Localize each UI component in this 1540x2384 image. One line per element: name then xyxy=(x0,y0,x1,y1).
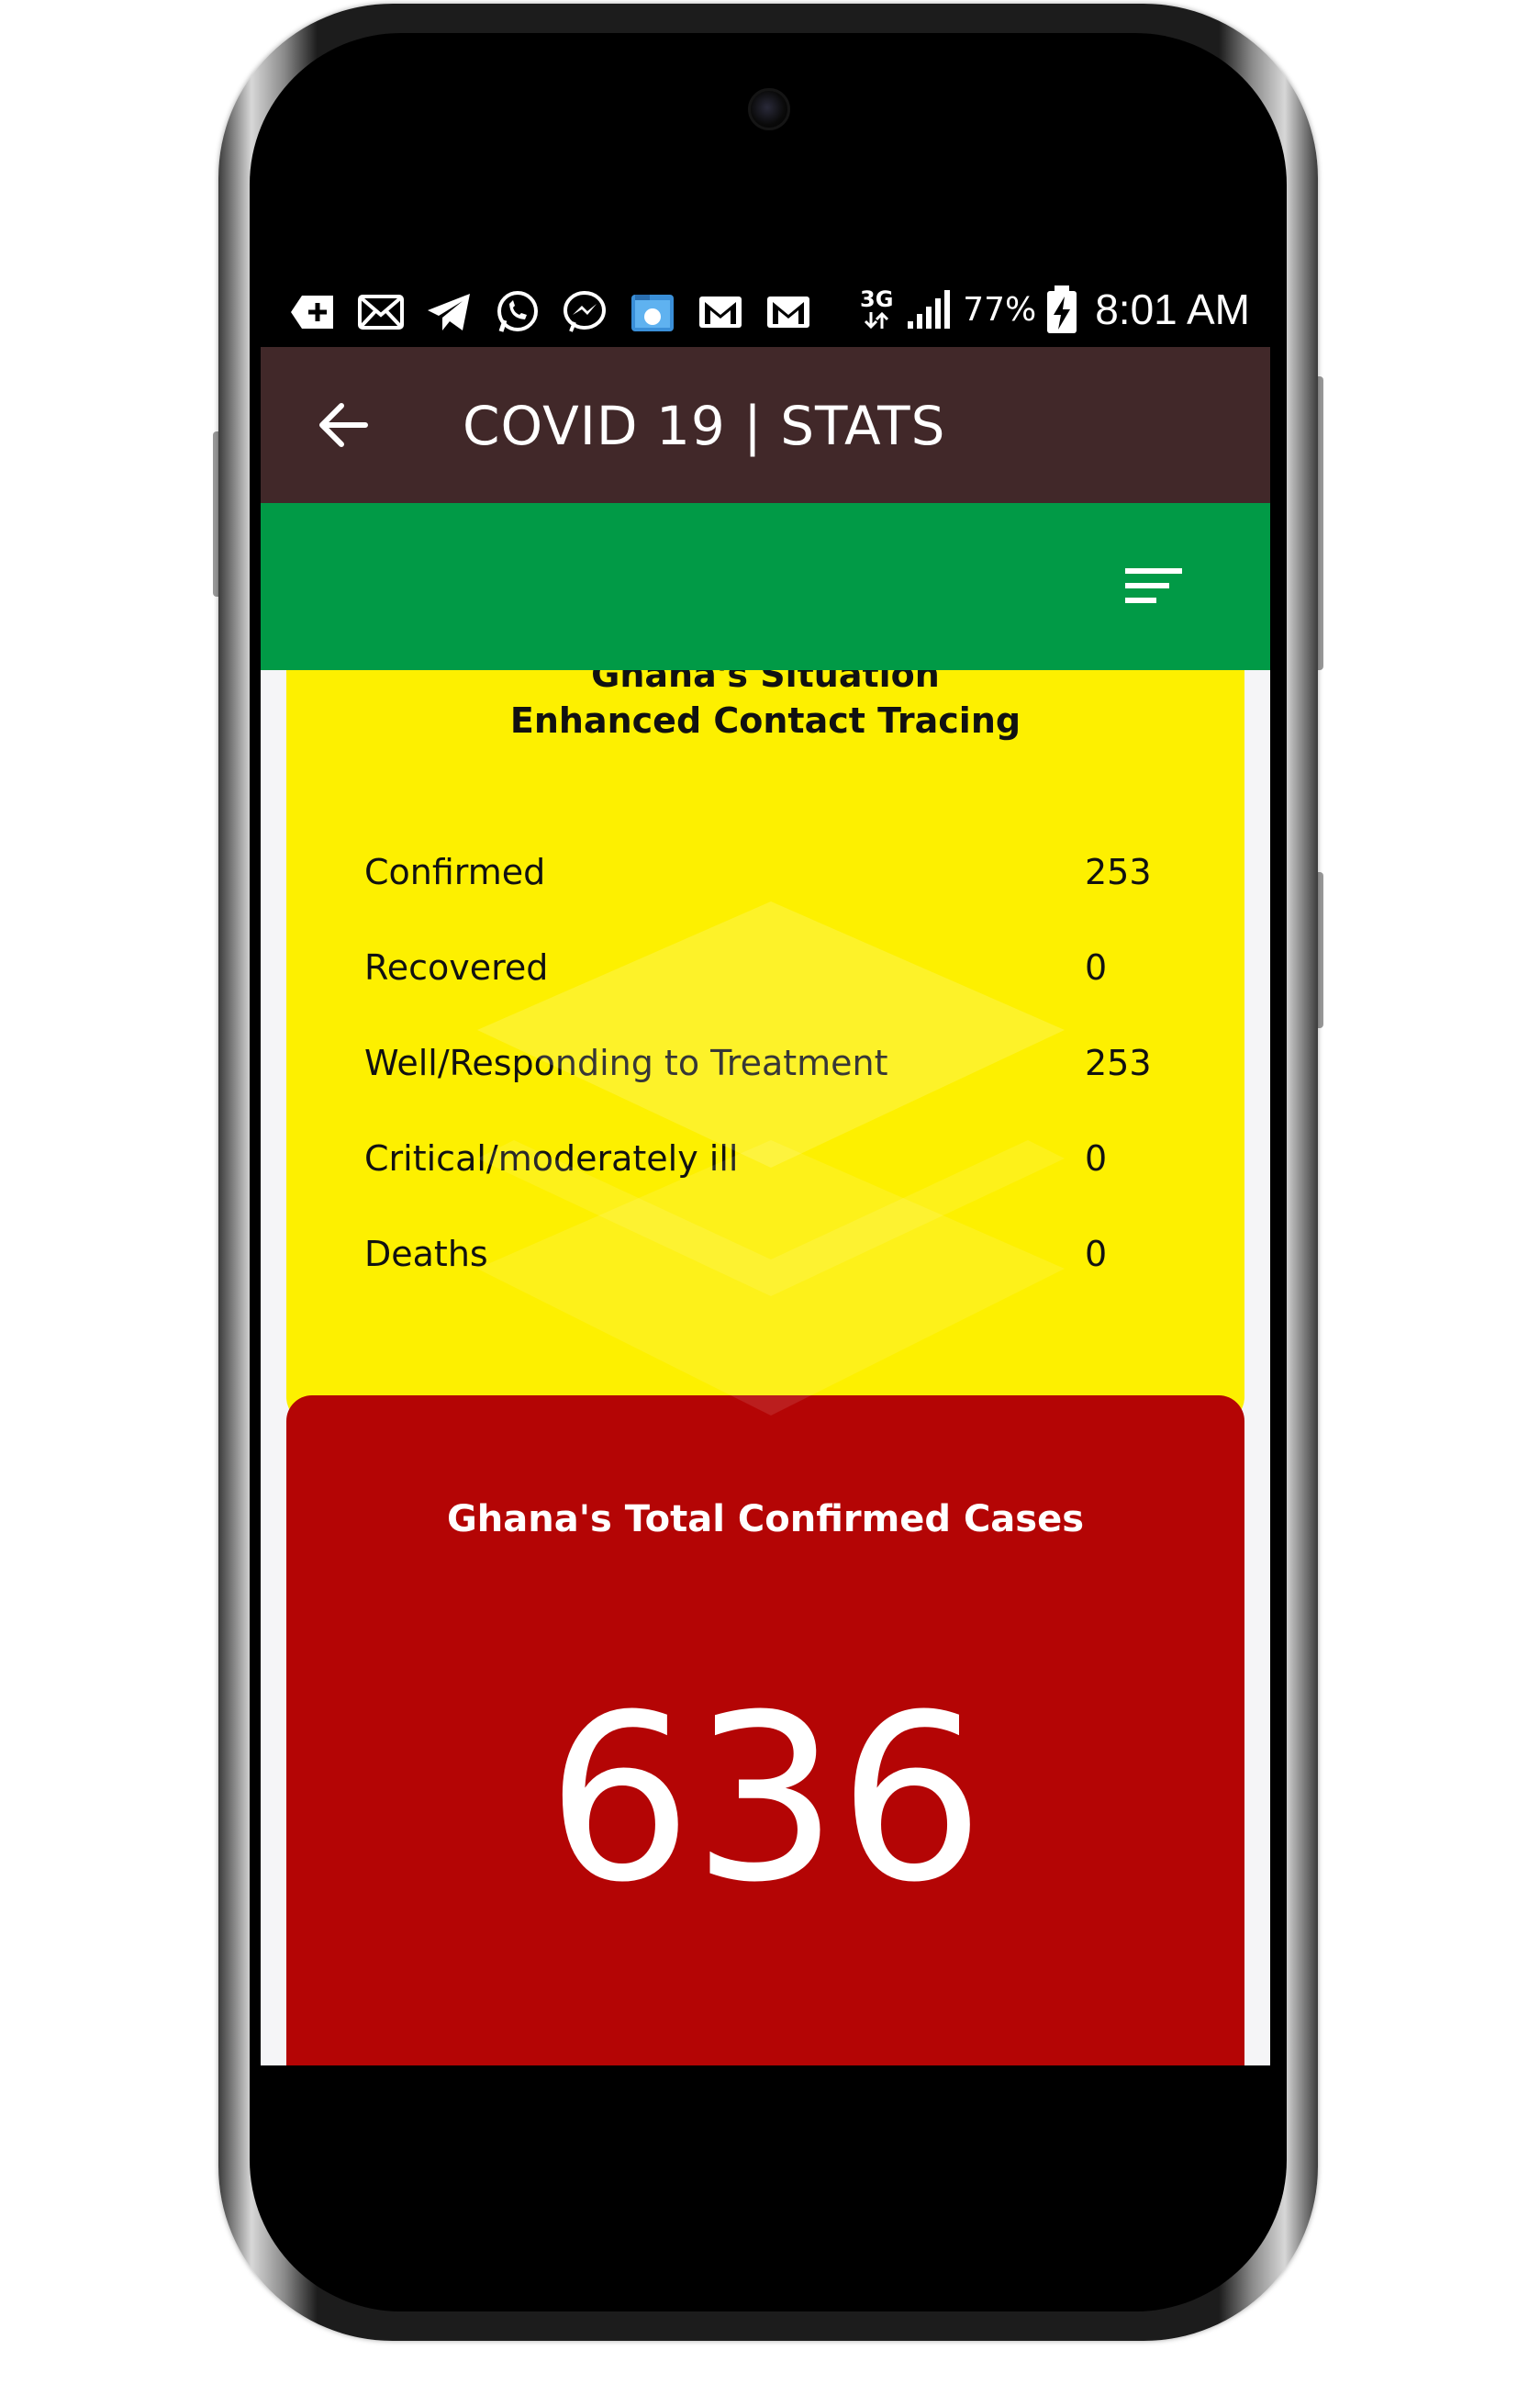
gmail-icon xyxy=(694,285,747,339)
sort-menu-button[interactable] xyxy=(1123,563,1197,618)
arrow-back-icon xyxy=(319,403,368,447)
data-arrows-icon xyxy=(865,311,889,330)
stat-value: 253 xyxy=(1085,852,1152,892)
total-cases-title: Ghana's Total Confirmed Cases xyxy=(446,1498,1085,1540)
telegram-icon xyxy=(422,285,475,339)
email-icon xyxy=(354,285,407,339)
total-cases-card: Ghana's Total Confirmed Cases 636 xyxy=(286,1395,1244,2065)
situation-card-subtitle: Enhanced Contact Tracing xyxy=(509,700,1021,741)
situation-card: Ghana's Situation Enhanced Contact Traci… xyxy=(286,670,1244,1423)
stat-label: Well/Responding to Treatment xyxy=(364,1043,888,1083)
messenger-icon xyxy=(558,285,611,339)
stat-row-well: Well/Responding to Treatment 253 xyxy=(364,1043,1154,1098)
status-time: 8:01 AM xyxy=(1095,285,1250,333)
stat-value: 0 xyxy=(1085,1234,1108,1274)
front-camera xyxy=(748,88,790,130)
stat-label: Recovered xyxy=(364,947,549,988)
battery-charging-icon xyxy=(1047,285,1077,333)
sort-menu-icon xyxy=(1125,568,1182,603)
app-bar: COVID 19 | STATS xyxy=(261,347,1270,503)
signal-strength-icon xyxy=(908,290,951,329)
stat-row-recovered: Recovered 0 xyxy=(364,947,1154,1002)
notification-icons xyxy=(286,285,815,339)
network-type-indicator: 3G xyxy=(856,288,897,330)
stat-row-critical: Critical/moderately ill 0 xyxy=(364,1138,1154,1193)
stat-value: 253 xyxy=(1085,1043,1152,1083)
stat-label: Confirmed xyxy=(364,852,546,892)
situation-card-title: Ghana's Situation xyxy=(591,670,940,695)
app-title: COVID 19 | STATS xyxy=(463,395,946,457)
stat-label: Deaths xyxy=(364,1234,488,1274)
total-cases-value: 636 xyxy=(546,1665,985,1932)
stat-value: 0 xyxy=(1085,947,1108,988)
add-box-icon xyxy=(286,285,340,339)
file-manager-icon xyxy=(626,285,679,339)
battery-percentage: 77% xyxy=(963,290,1037,329)
back-button[interactable] xyxy=(308,390,378,460)
toolbar-strip xyxy=(261,503,1270,670)
gmail-icon xyxy=(762,285,815,339)
stat-label: Critical/moderately ill xyxy=(364,1138,739,1179)
network-type-label: 3G xyxy=(860,286,894,312)
stats-content: Ghana's Situation Enhanced Contact Traci… xyxy=(261,670,1270,2065)
whatsapp-icon xyxy=(490,285,543,339)
stat-row-deaths: Deaths 0 xyxy=(364,1234,1154,1289)
stat-row-confirmed: Confirmed 253 xyxy=(364,852,1154,907)
stat-value: 0 xyxy=(1085,1138,1108,1179)
status-bar: 3G 77% 8:01 AM xyxy=(261,280,1270,344)
